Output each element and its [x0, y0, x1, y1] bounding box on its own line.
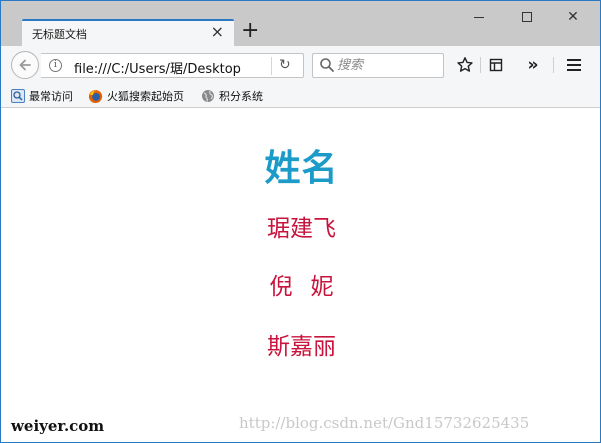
- search-input[interactable]: [337, 55, 441, 76]
- library-icon: [489, 58, 503, 72]
- bookmark-most-visited[interactable]: 最常访问: [11, 88, 73, 104]
- bookmarks-toolbar: 最常访问 火狐搜索起始页 积分系统: [1, 84, 600, 108]
- most-visited-icon: [11, 89, 25, 103]
- bookmark-firefox-start[interactable]: 火狐搜索起始页: [88, 88, 184, 104]
- tab-strip: 无标题文档 × + ✕: [1, 1, 600, 46]
- reload-icon[interactable]: ↻: [279, 57, 291, 73]
- tab-title: 无标题文档: [32, 28, 87, 41]
- star-icon: [457, 57, 473, 72]
- back-button[interactable]: [11, 51, 39, 79]
- name-item: 斯嘉丽: [267, 334, 336, 360]
- menu-button[interactable]: [564, 55, 584, 75]
- bookmark-label: 火狐搜索起始页: [107, 90, 184, 103]
- name-item: 倪妮: [269, 274, 352, 300]
- minimize-button[interactable]: [456, 5, 502, 29]
- search-icon: [320, 58, 334, 72]
- hamburger-menu-icon: [567, 59, 581, 71]
- new-tab-button[interactable]: +: [241, 19, 259, 43]
- navigation-toolbar: i file:///C:/Users/琚/Desktop ↻ »: [1, 46, 600, 84]
- bookmark-star-button[interactable]: [455, 55, 475, 75]
- page-title: 姓名: [264, 148, 339, 189]
- bookmark-points-system[interactable]: 积分系统: [201, 88, 263, 104]
- back-arrow-icon: [19, 59, 31, 71]
- name-item: 琚建飞: [267, 216, 336, 242]
- page-content: 姓名 琚建飞 倪妮 斯嘉丽 weiyer.com http://blog.csd…: [1, 109, 600, 442]
- globe-icon: [202, 90, 214, 102]
- bookmark-label: 最常访问: [29, 90, 73, 103]
- watermark-left: weiyer.com: [11, 417, 105, 435]
- tab-close-icon[interactable]: ×: [211, 22, 224, 42]
- maximize-button[interactable]: [504, 5, 550, 29]
- bookmark-label: 积分系统: [219, 90, 263, 103]
- firefox-icon: [88, 89, 103, 103]
- toolbar-separator: [480, 57, 481, 73]
- search-bar[interactable]: [312, 53, 444, 78]
- url-bar[interactable]: i file:///C:/Users/琚/Desktop ↻: [41, 53, 304, 78]
- close-icon: ✕: [567, 9, 579, 25]
- minimize-icon: [474, 16, 484, 18]
- library-button[interactable]: [486, 55, 506, 75]
- browser-window: 无标题文档 × + ✕ i file:///C:/Users/琚/Desktop…: [0, 0, 601, 443]
- tab-active[interactable]: 无标题文档 ×: [22, 19, 234, 46]
- url-text[interactable]: file:///C:/Users/琚/Desktop: [74, 58, 269, 77]
- overflow-button[interactable]: »: [523, 55, 543, 75]
- info-icon[interactable]: i: [49, 59, 62, 72]
- close-window-button[interactable]: ✕: [550, 5, 596, 29]
- url-separator: [271, 57, 272, 75]
- toolbar-separator: [553, 57, 554, 73]
- watermark-right: http://blog.csdn.net/Gnd15732625435: [239, 414, 530, 432]
- maximize-icon: [522, 12, 532, 22]
